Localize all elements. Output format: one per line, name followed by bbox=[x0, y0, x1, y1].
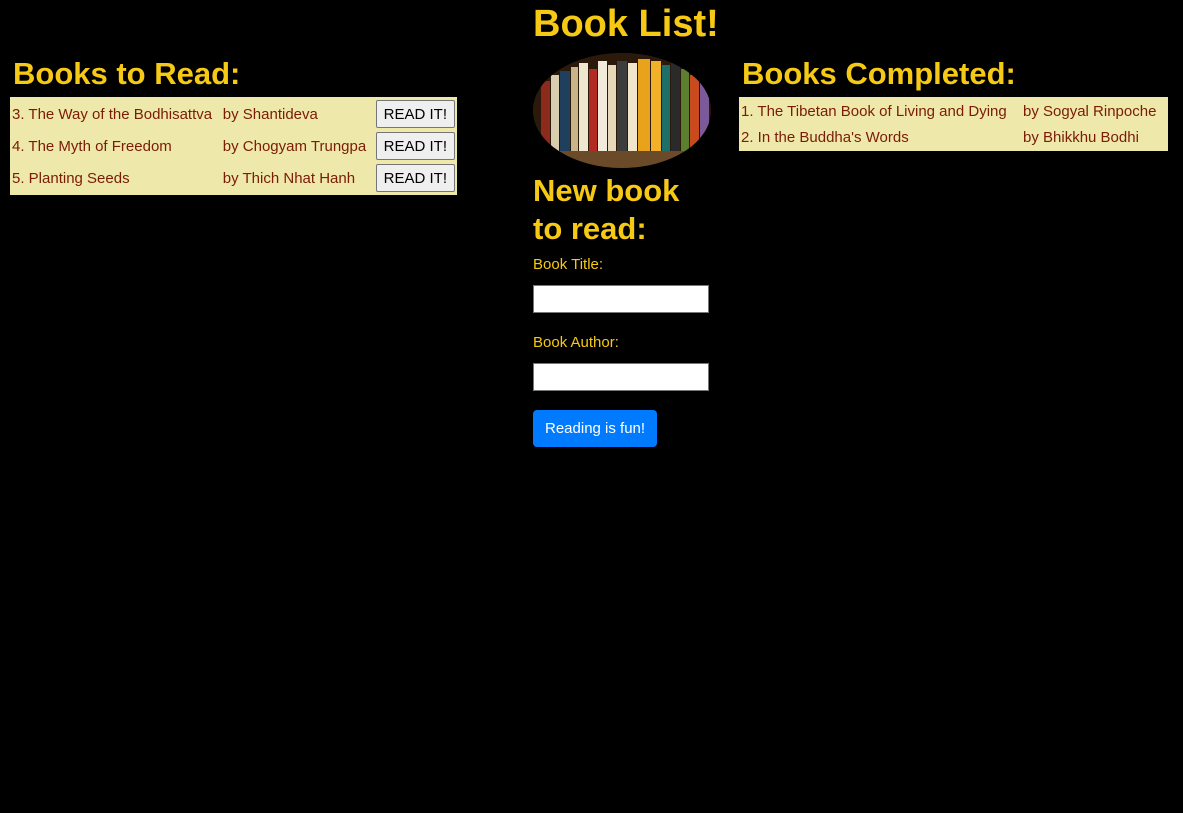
submit-book-button[interactable]: Reading is fun! bbox=[533, 410, 658, 447]
book-author-cell: by Bhikkhu Bodhi bbox=[1023, 128, 1139, 146]
book-title-cell: 5. Planting Seeds bbox=[12, 169, 130, 187]
books-to-read-heading: Books to Read: bbox=[13, 56, 241, 91]
table-row: 2. In the Buddha's Words by Bhikkhu Bodh… bbox=[741, 125, 1166, 149]
page-title: Book List! bbox=[533, 3, 719, 45]
table-row: 4. The Myth of Freedom by Chogyam Trungp… bbox=[12, 131, 455, 161]
books-completed-table: 1. The Tibetan Book of Living and Dying … bbox=[739, 97, 1168, 151]
bookshelf-illustration bbox=[533, 53, 711, 168]
book-title-input[interactable] bbox=[533, 285, 709, 313]
read-it-button[interactable]: READ IT! bbox=[375, 164, 455, 192]
book-title-cell: 2. In the Buddha's Words bbox=[741, 128, 909, 146]
table-row: 1. The Tibetan Book of Living and Dying … bbox=[741, 99, 1166, 123]
read-it-button[interactable]: READ IT! bbox=[375, 132, 455, 160]
action-cell: READ IT! bbox=[375, 163, 455, 193]
book-author-input[interactable] bbox=[533, 363, 709, 391]
table-row: 3. The Way of the Bodhisattva by Shantid… bbox=[12, 99, 455, 129]
book-author-cell: by Thich Nhat Hanh bbox=[222, 169, 356, 187]
book-title-cell: 3. The Way of the Bodhisattva bbox=[12, 105, 213, 123]
table-row: 5. Planting Seeds by Thich Nhat Hanh REA… bbox=[12, 163, 455, 193]
book-title-cell: 4. The Myth of Freedom bbox=[12, 137, 172, 155]
new-book-heading: New book to read: bbox=[533, 173, 680, 246]
book-title-label: Book Title: bbox=[533, 256, 604, 273]
book-author-label: Book Author: bbox=[533, 334, 619, 351]
read-it-button[interactable]: READ IT! bbox=[375, 100, 455, 128]
action-cell: READ IT! bbox=[375, 131, 455, 161]
books-to-read-table: 3. The Way of the Bodhisattva by Shantid… bbox=[10, 97, 457, 195]
bookshelf-image bbox=[533, 53, 711, 168]
books-completed-heading: Books Completed: bbox=[742, 56, 1016, 91]
book-author-cell: by Chogyam Trungpa bbox=[222, 137, 367, 155]
action-cell: READ IT! bbox=[375, 99, 455, 129]
book-author-cell: by Shantideva bbox=[222, 105, 318, 123]
book-title-cell: 1. The Tibetan Book of Living and Dying bbox=[741, 102, 1007, 120]
book-author-cell: by Sogyal Rinpoche bbox=[1023, 102, 1157, 120]
